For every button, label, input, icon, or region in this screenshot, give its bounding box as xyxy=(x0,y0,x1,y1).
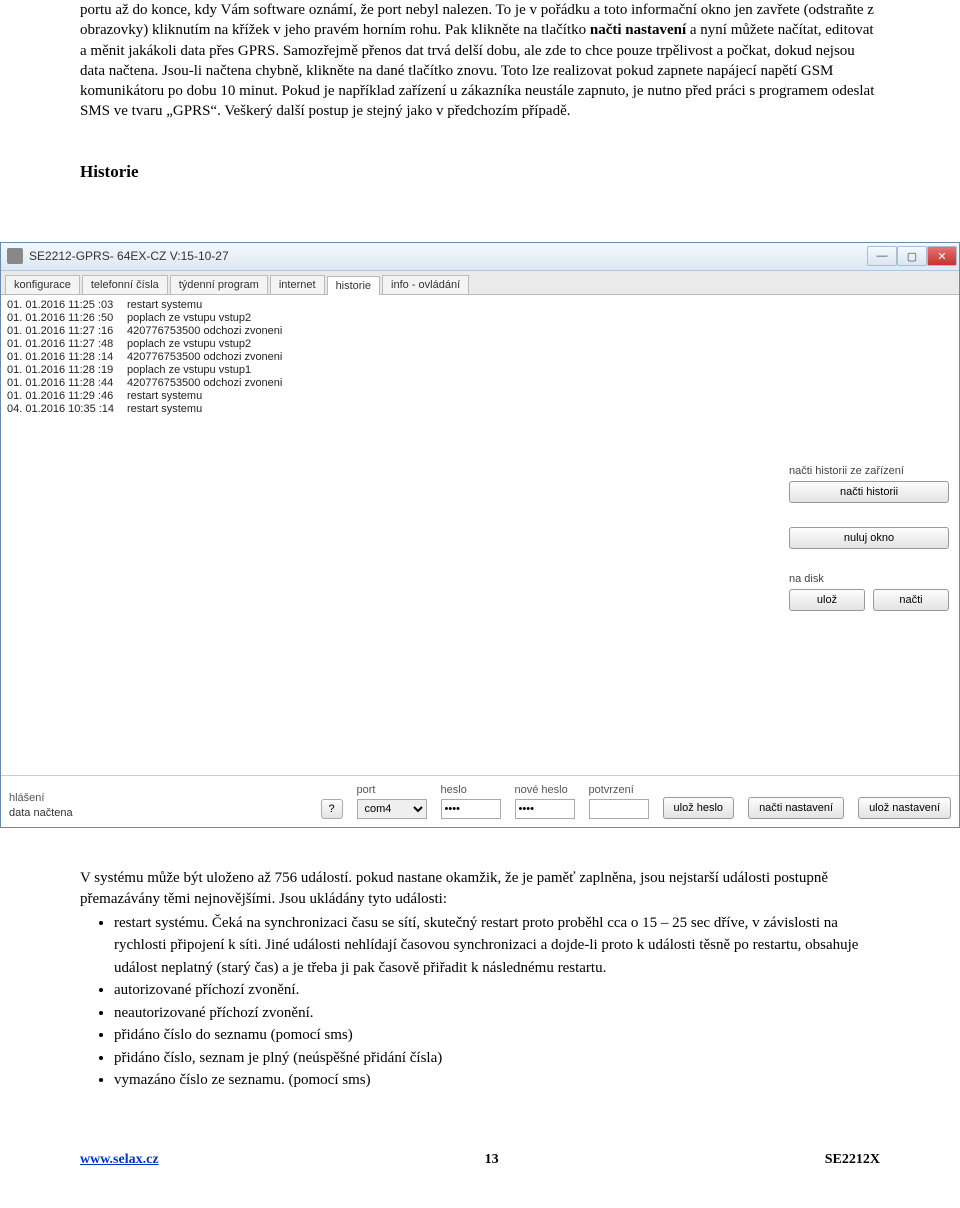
history-row: 01. 01.2016 11:28 :19poplach ze vstupu v… xyxy=(7,364,953,376)
bullet-list: restart systému. Čeká na synchronizaci č… xyxy=(104,912,880,1092)
page-footer: www.selax.cz 13 SE2212X xyxy=(80,1152,880,1168)
maximize-button[interactable]: ▢ xyxy=(897,246,927,266)
history-list: 01. 01.2016 11:25 :03restart systemu01. … xyxy=(1,295,959,420)
list-item: přidáno číslo, seznam je plný (neúspěšné… xyxy=(114,1047,880,1070)
history-row: 01. 01.2016 11:25 :03restart systemu xyxy=(7,299,953,311)
status-text: data načtena xyxy=(9,807,307,819)
list-item: vymazáno číslo ze seznamu. (pomocí sms) xyxy=(114,1069,880,1092)
list-item: autorizované příchozí zvonění. xyxy=(114,979,880,1002)
paragraph-1: portu až do konce, kdy Vám software ozná… xyxy=(80,0,880,122)
tab-info---ovládání[interactable]: info - ovládání xyxy=(382,275,469,294)
paragraph-2: V systému může být uloženo až 756 událos… xyxy=(80,868,880,910)
new-password-input[interactable] xyxy=(515,799,575,819)
port-label: port xyxy=(357,784,427,796)
help-button[interactable]: ? xyxy=(321,799,343,819)
close-button[interactable]: ✕ xyxy=(927,246,957,266)
save-settings-button[interactable]: ulož nastavení xyxy=(858,797,951,819)
section-heading-historie: Historie xyxy=(80,162,880,182)
clear-window-button[interactable]: nuluj okno xyxy=(789,527,949,549)
right-panel: načti historii ze zařízení načti histori… xyxy=(789,465,949,635)
history-row: 01. 01.2016 11:27 :48poplach ze vstupu v… xyxy=(7,338,953,350)
history-row: 01. 01.2016 11:29 :46restart systemu xyxy=(7,390,953,402)
history-row: 01. 01.2016 11:28 :14420776753500 odchoz… xyxy=(7,351,953,363)
load-history-button[interactable]: načti historii xyxy=(789,481,949,503)
bottom-strip: hlášení data načtena ? port com4 heslo n… xyxy=(1,775,959,827)
footer-code: SE2212X xyxy=(825,1152,880,1168)
port-select[interactable]: com4 xyxy=(357,799,427,819)
load-disk-button[interactable]: načti xyxy=(873,589,949,611)
tab-strip: konfiguracetelefonní číslatýdenní progra… xyxy=(1,271,959,295)
footer-link[interactable]: www.selax.cz xyxy=(80,1152,159,1168)
list-item: přidáno číslo do seznamu (pomocí sms) xyxy=(114,1024,880,1047)
list-item: restart systému. Čeká na synchronizaci č… xyxy=(114,912,880,980)
footer-page-number: 13 xyxy=(485,1152,499,1168)
hlaseni-label: hlášení xyxy=(9,792,307,804)
disk-label: na disk xyxy=(789,573,949,585)
save-password-button[interactable]: ulož heslo xyxy=(663,797,735,819)
load-history-label: načti historii ze zařízení xyxy=(789,465,949,477)
titlebar: SE2212-GPRS- 64EX-CZ V:15-10-27 — ▢ ✕ xyxy=(1,243,959,271)
confirm-password-input[interactable] xyxy=(589,799,649,819)
password-input[interactable] xyxy=(441,799,501,819)
tab-týdenní-program[interactable]: týdenní program xyxy=(170,275,268,294)
app-window: SE2212-GPRS- 64EX-CZ V:15-10-27 — ▢ ✕ ko… xyxy=(0,242,960,828)
history-row: 04. 01.2016 10:35 :14restart systemu xyxy=(7,403,953,415)
app-icon xyxy=(7,248,23,264)
tab-content-historie: 01. 01.2016 11:25 :03restart systemu01. … xyxy=(1,295,959,775)
tab-telefonní-čísla[interactable]: telefonní čísla xyxy=(82,275,168,294)
load-settings-button[interactable]: načti nastavení xyxy=(748,797,844,819)
confirm-label: potvrzení xyxy=(589,784,649,796)
tab-konfigurace[interactable]: konfigurace xyxy=(5,275,80,294)
new-password-label: nové heslo xyxy=(515,784,575,796)
tab-internet[interactable]: internet xyxy=(270,275,325,294)
window-title: SE2212-GPRS- 64EX-CZ V:15-10-27 xyxy=(29,249,867,263)
history-row: 01. 01.2016 11:27 :16420776753500 odchoz… xyxy=(7,325,953,337)
history-row: 01. 01.2016 11:26 :50poplach ze vstupu v… xyxy=(7,312,953,324)
tab-historie[interactable]: historie xyxy=(327,276,380,295)
history-row: 01. 01.2016 11:28 :44420776753500 odchoz… xyxy=(7,377,953,389)
save-disk-button[interactable]: ulož xyxy=(789,589,865,611)
password-label: heslo xyxy=(441,784,501,796)
list-item: neautorizované příchozí zvonění. xyxy=(114,1002,880,1025)
minimize-button[interactable]: — xyxy=(867,246,897,266)
